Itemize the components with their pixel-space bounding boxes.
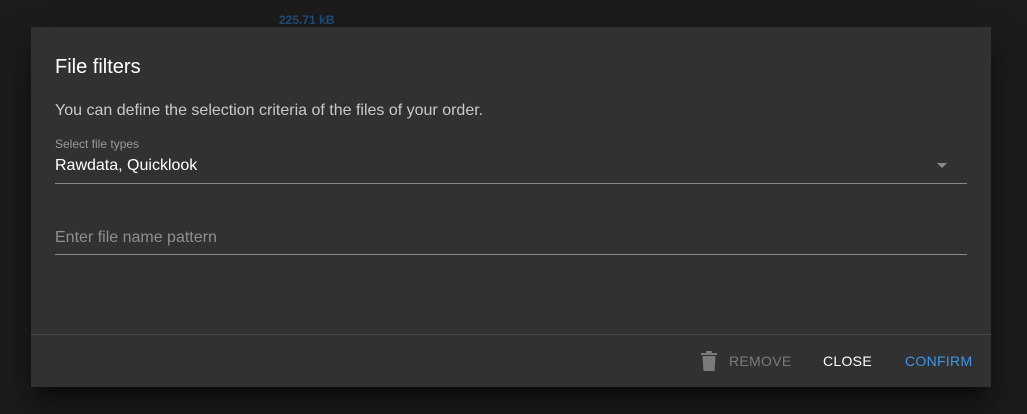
trash-icon xyxy=(701,351,717,371)
file-name-pattern-input[interactable] xyxy=(55,229,967,247)
file-name-pattern-field[interactable] xyxy=(55,225,967,255)
file-types-select[interactable]: Select file types Rawdata, Quicklook xyxy=(55,137,967,184)
dialog-description: You can define the selection criteria of… xyxy=(55,102,484,119)
file-types-label: Select file types xyxy=(55,137,140,151)
dialog-actions: Remove Close Confirm xyxy=(31,335,991,387)
remove-button-label: Remove xyxy=(729,353,792,369)
file-size-text: 225.71 kB xyxy=(279,13,335,27)
confirm-button[interactable]: Confirm xyxy=(905,335,972,387)
file-types-value: Rawdata, Quicklook xyxy=(55,157,198,174)
close-button[interactable]: Close xyxy=(823,335,872,387)
dialog-title: File filters xyxy=(55,56,141,78)
file-filters-dialog: File filters You can define the selectio… xyxy=(31,27,991,387)
dropdown-arrow-icon[interactable] xyxy=(937,163,947,168)
close-button-label: Close xyxy=(823,353,872,369)
remove-button[interactable]: Remove xyxy=(701,335,791,387)
confirm-button-label: Confirm xyxy=(905,353,973,369)
